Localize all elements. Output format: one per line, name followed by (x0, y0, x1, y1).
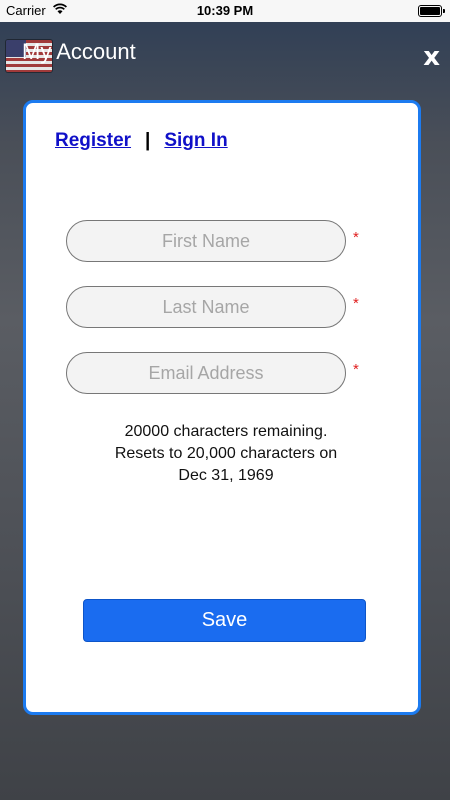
page-title: My Account (22, 39, 136, 64)
email-input[interactable] (66, 352, 346, 394)
sign-in-link[interactable]: Sign In (164, 130, 227, 152)
status-time: 10:39 PM (196, 3, 254, 18)
last-name-input[interactable] (66, 286, 346, 328)
notice-resets: Resets to 20,000 characters on (114, 445, 338, 462)
last-name-required-marker: * (353, 295, 359, 312)
register-link[interactable]: Register (55, 130, 131, 152)
battery-icon (418, 5, 445, 17)
close-button[interactable]: x (423, 44, 440, 70)
link-separator: | (145, 130, 151, 151)
first-name-input[interactable] (66, 220, 346, 262)
notice-date: Dec 31, 1969 (178, 467, 274, 484)
email-field (66, 352, 346, 394)
first-name-field (66, 220, 346, 262)
email-required-marker: * (353, 361, 359, 378)
character-notice: 20000 characters remaining. Resets to 20… (66, 421, 386, 487)
status-bar: Carrier 10:39 PM (0, 0, 450, 22)
save-button[interactable]: Save (83, 599, 366, 642)
auth-links: Register | Sign In (55, 130, 228, 152)
notice-remaining: 20000 characters remaining. (124, 423, 328, 440)
first-name-required-marker: * (353, 229, 359, 246)
account-panel: Register | Sign In * * * 20000 character… (23, 100, 421, 715)
last-name-field (66, 286, 346, 328)
app-header: My Account x (0, 30, 450, 86)
